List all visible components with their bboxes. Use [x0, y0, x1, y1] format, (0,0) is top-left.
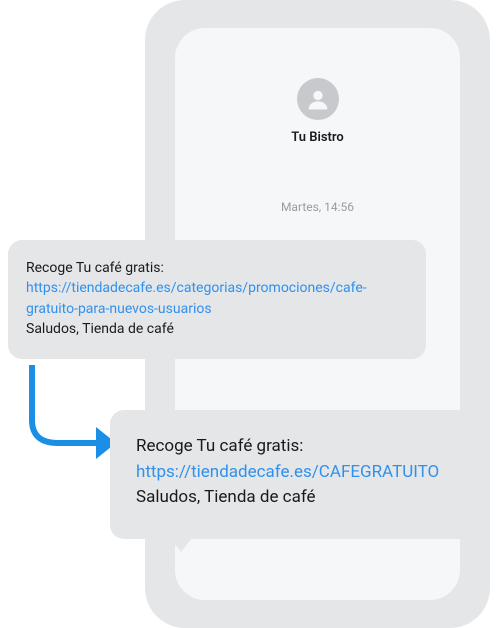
message-signature: Saludos, Tienda de café	[136, 485, 464, 511]
avatar	[297, 78, 339, 120]
sms-bubble-long-url: Recoge Tu café gratis: https://tiendadec…	[8, 240, 426, 359]
sms-bubble-short-url: Recoge Tu café gratis: https://tiendadec…	[110, 410, 490, 539]
user-icon	[304, 85, 332, 113]
bubble-tail-icon	[170, 538, 192, 552]
message-signature: Saludos, Tienda de café	[26, 319, 408, 339]
message-text-line: Recoge Tu café gratis:	[136, 434, 464, 460]
message-link-long[interactable]: https://tiendadecafe.es/categorias/promo…	[26, 278, 408, 319]
contact-name: Tu Bistro	[291, 130, 344, 145]
messaging-mockup: Tu Bistro Martes, 14:56 Recoge Tu café g…	[0, 0, 501, 628]
message-timestamp: Martes, 14:56	[281, 200, 354, 214]
sms-bubble-short-url-wrapper: Recoge Tu café gratis: https://tiendadec…	[110, 410, 490, 539]
message-link-short[interactable]: https://tiendadecafe.es/CAFEGRATUITO	[136, 460, 464, 486]
message-text-line: Recoge Tu café gratis:	[26, 258, 408, 278]
